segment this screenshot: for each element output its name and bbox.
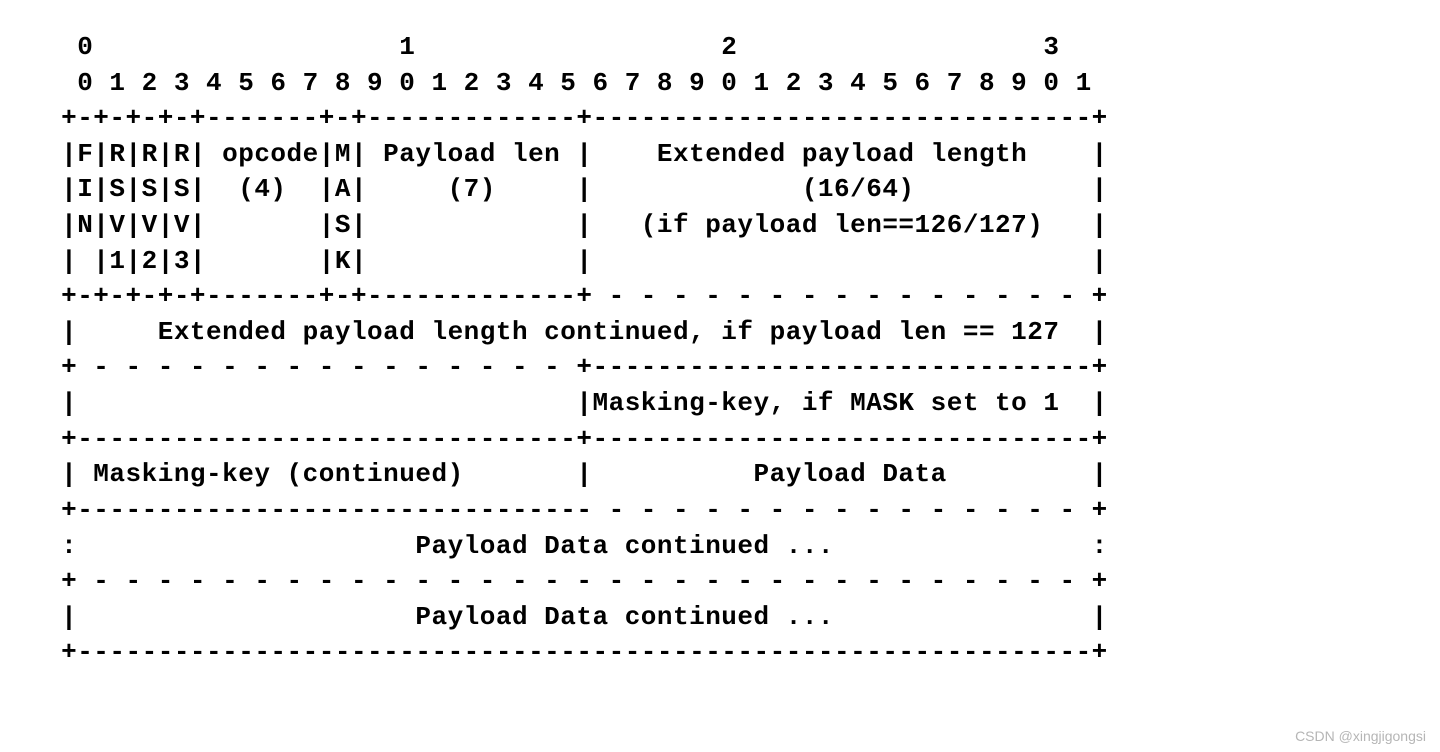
separator-row: + - - - - - - - - - - - - - - - +-------… [45,352,1108,382]
separator-row: +-------------------------------- - - - … [45,495,1108,525]
extended-length-continued-row: | Extended payload length continued, if … [45,317,1108,347]
frame-diagram: 0 1 2 3 0 1 2 3 4 5 6 7 8 9 0 1 2 3 4 5 … [45,30,1395,671]
separator-row: + - - - - - - - - - - - - - - - - - - - … [45,566,1108,596]
separator-row: +---------------------------------------… [45,637,1108,667]
separator-row: +-------------------------------+-------… [45,424,1108,454]
separator-row: +-+-+-+-+-------+-+-------------+ - - - … [45,281,1108,311]
header-row-4: | |1|2|3| |K| | | [45,246,1108,276]
header-row-2: |I|S|S|S| (4) |A| (7) | (16/64) | [45,174,1108,204]
payload-continued-row-1: : Payload Data continued ... : [45,531,1108,561]
bit-ruler-major: 0 1 2 3 [45,32,1059,62]
header-row-3: |N|V|V|V| |S| | (if payload len==126/127… [45,210,1108,240]
separator-row: +-+-+-+-+-------+-+-------------+-------… [45,103,1108,133]
masking-key-row: | |Masking-key, if MASK set to 1 | [45,388,1108,418]
bit-ruler-minor: 0 1 2 3 4 5 6 7 8 9 0 1 2 3 4 5 6 7 8 9 … [45,68,1092,98]
payload-continued-row-2: | Payload Data continued ... | [45,602,1108,632]
mask-payload-row: | Masking-key (continued) | Payload Data… [45,459,1108,489]
header-row-1: |F|R|R|R| opcode|M| Payload len | Extend… [45,139,1108,169]
watermark-text: CSDN @xingjigongsi [1295,727,1426,746]
